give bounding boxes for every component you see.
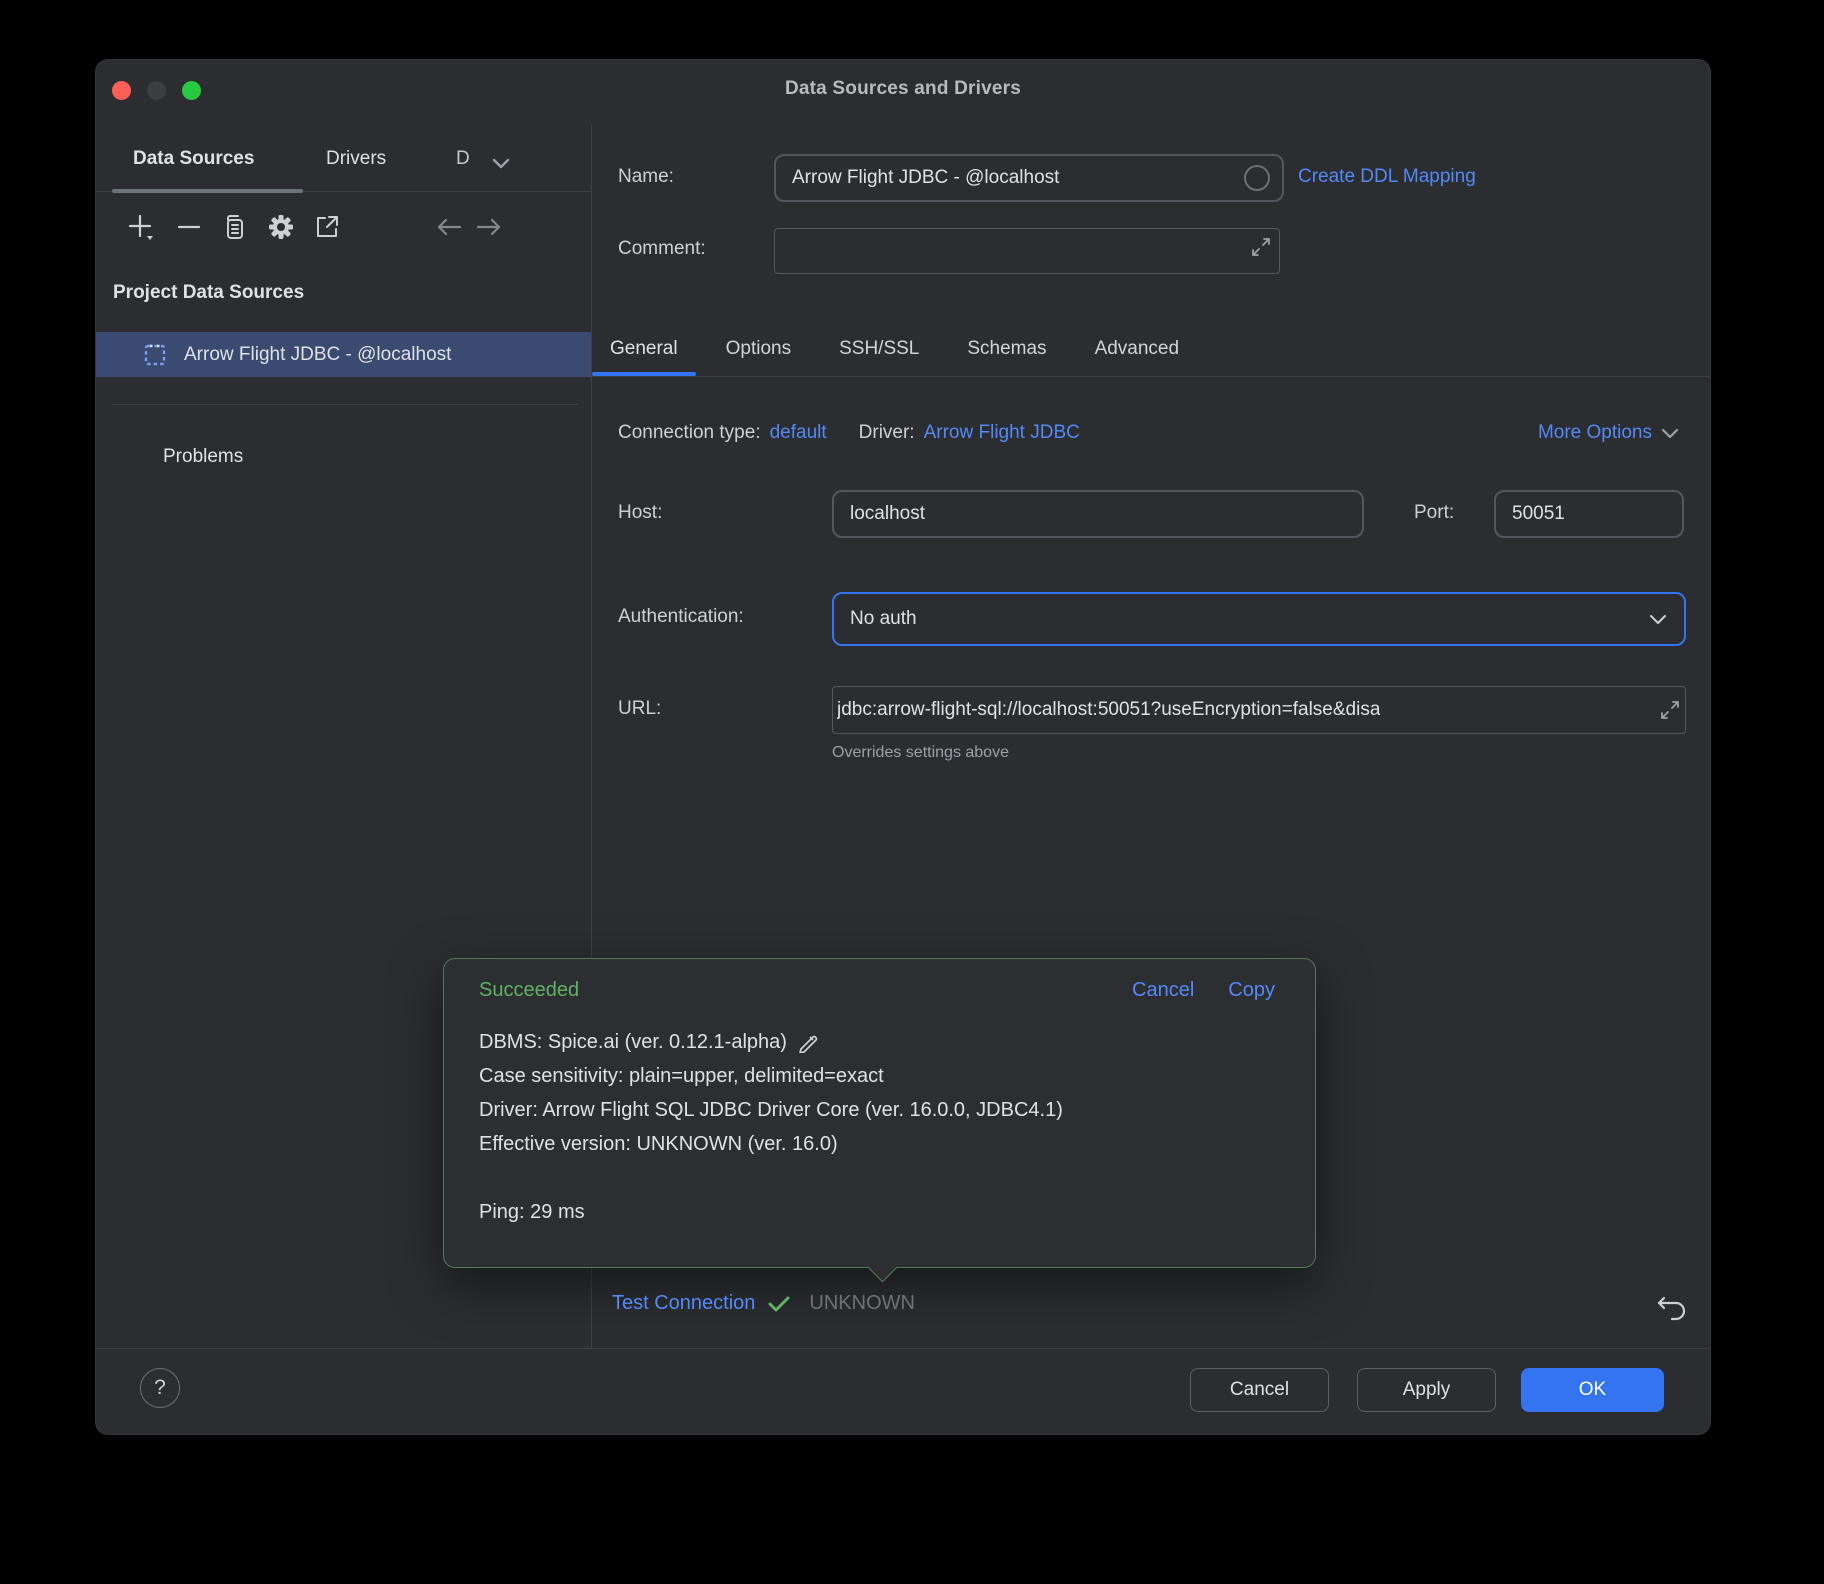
port-value: 50051 (1512, 503, 1565, 525)
comment-label: Comment: (618, 238, 706, 260)
help-button[interactable]: ? (140, 1368, 180, 1408)
edit-pencil-icon[interactable] (797, 1031, 819, 1053)
driver-value-link[interactable]: Arrow Flight JDBC (924, 422, 1080, 444)
add-icon[interactable] (124, 210, 158, 244)
select-chevron-down-icon (1648, 613, 1668, 626)
test-connection-link[interactable]: Test Connection (612, 1292, 755, 1315)
url-label: URL: (618, 698, 661, 720)
comment-expand-icon[interactable] (1249, 235, 1273, 259)
port-label: Port: (1414, 502, 1454, 524)
open-in-window-icon[interactable] (310, 210, 344, 244)
tab-ssh-ssl[interactable]: SSH/SSL (815, 322, 943, 376)
data-source-label: Arrow Flight JDBC - @localhost (184, 344, 451, 366)
tab-overflow[interactable]: D (456, 148, 470, 170)
name-value: Arrow Flight JDBC - @localhost (792, 167, 1059, 189)
cancel-button[interactable]: Cancel (1190, 1368, 1329, 1412)
authentication-value: No auth (850, 608, 917, 630)
tab-general[interactable]: General (586, 322, 702, 376)
authentication-label: Authentication: (618, 606, 744, 628)
name-indicator-circle (1244, 165, 1270, 191)
popup-caret (868, 1253, 898, 1283)
window-title: Data Sources and Drivers (96, 78, 1710, 100)
more-options-chevron-icon (1660, 427, 1680, 440)
data-source-icon (144, 344, 166, 366)
ok-button[interactable]: OK (1521, 1368, 1664, 1412)
active-tab-underline (112, 189, 303, 193)
sidebar-toolbar (96, 210, 591, 250)
connection-type-row: Connection type: default Driver: Arrow F… (618, 422, 1080, 444)
name-input[interactable]: Arrow Flight JDBC - @localhost (774, 154, 1284, 202)
test-connection-popup: Succeeded Cancel Copy DBMS: Spice.ai (ve… (443, 958, 1316, 1268)
popup-line-dbms: DBMS: Spice.ai (ver. 0.12.1-alpha) (479, 1025, 787, 1059)
tabs-divider (592, 376, 1710, 377)
settings-tabs: General Options SSH/SSL Schemas Advanced (586, 322, 1203, 376)
comment-input[interactable] (774, 228, 1280, 274)
popup-status: Succeeded (479, 979, 579, 1002)
popup-cancel-link[interactable]: Cancel (1132, 979, 1194, 1002)
sidebar-item-problems[interactable]: Problems (163, 446, 243, 468)
host-value: localhost (850, 503, 925, 525)
connection-type-value-link[interactable]: default (770, 422, 827, 444)
popup-line-version: Effective version: UNKNOWN (ver. 16.0) (479, 1127, 1285, 1161)
connection-type-label: Connection type: (618, 422, 761, 444)
sidebar-tabs: Data Sources Drivers D (96, 124, 591, 192)
host-label: Host: (618, 502, 662, 524)
url-value: jdbc:arrow-flight-sql://localhost:50051?… (837, 699, 1380, 721)
url-hint: Overrides settings above (832, 744, 1009, 762)
url-expand-icon[interactable] (1657, 697, 1683, 723)
more-options-label: More Options (1538, 422, 1652, 444)
remove-icon[interactable] (172, 210, 206, 244)
popup-line-driver: Driver: Arrow Flight SQL JDBC Driver Cor… (479, 1093, 1285, 1127)
settings-gear-icon[interactable] (264, 210, 298, 244)
test-status: UNKNOWN (809, 1292, 915, 1315)
back-arrow-icon[interactable] (432, 210, 466, 244)
popup-details: DBMS: Spice.ai (ver. 0.12.1-alpha) Case … (479, 1025, 1285, 1229)
tab-schemas[interactable]: Schemas (943, 322, 1070, 376)
authentication-select[interactable]: No auth (832, 592, 1686, 646)
name-label: Name: (618, 166, 674, 188)
success-check-icon (767, 1294, 791, 1314)
popup-line-ping: Ping: 29 ms (479, 1195, 1285, 1229)
tab-data-sources[interactable]: Data Sources (133, 148, 254, 170)
project-data-sources-header: Project Data Sources (113, 282, 304, 304)
duplicate-icon[interactable] (218, 210, 252, 244)
data-sources-dialog: Data Sources and Drivers Data Sources Dr… (96, 60, 1710, 1434)
create-ddl-mapping-link[interactable]: Create DDL Mapping (1298, 166, 1476, 188)
data-source-list-item[interactable]: Arrow Flight JDBC - @localhost (96, 332, 591, 377)
footer-divider (96, 1348, 1710, 1349)
host-input[interactable]: localhost (832, 490, 1364, 538)
url-input[interactable]: jdbc:arrow-flight-sql://localhost:50051?… (832, 686, 1686, 734)
titlebar: Data Sources and Drivers (96, 60, 1710, 124)
popup-copy-link[interactable]: Copy (1228, 979, 1275, 1002)
apply-button[interactable]: Apply (1357, 1368, 1496, 1412)
popup-line-case: Case sensitivity: plain=upper, delimited… (479, 1059, 1285, 1093)
sidebar-separator (112, 404, 578, 405)
tab-drivers[interactable]: Drivers (326, 148, 386, 170)
tab-options[interactable]: Options (702, 322, 815, 376)
tabs-chevron-down-icon[interactable] (490, 156, 512, 170)
revert-undo-icon[interactable] (1652, 1288, 1692, 1328)
tab-advanced[interactable]: Advanced (1071, 322, 1204, 376)
driver-label: Driver: (859, 422, 915, 444)
test-connection-row: Test Connection UNKNOWN (612, 1292, 915, 1315)
more-options-link[interactable]: More Options (1538, 422, 1680, 444)
port-input[interactable]: 50051 (1494, 490, 1684, 538)
forward-arrow-icon[interactable] (472, 210, 506, 244)
